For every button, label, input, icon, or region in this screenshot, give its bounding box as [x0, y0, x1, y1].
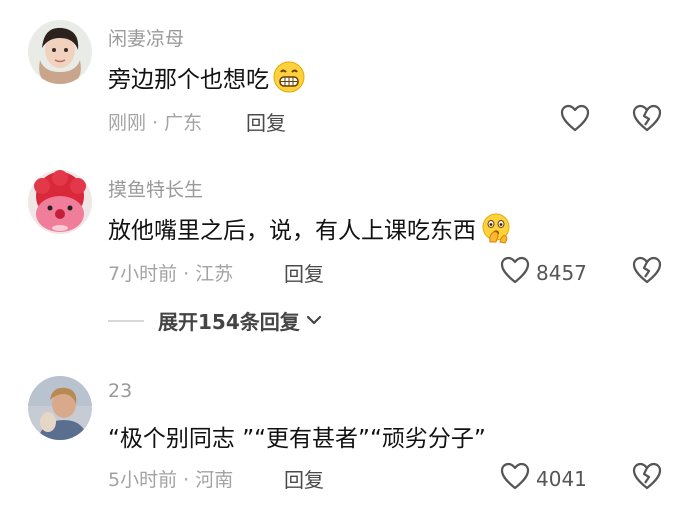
dislike-button[interactable]: [632, 462, 662, 495]
comment-time: 5小时前: [108, 469, 178, 491]
comment-username[interactable]: 23: [108, 380, 132, 402]
comment-meta: 5小时前 · 河南: [108, 465, 233, 492]
meta-separator: ·: [183, 469, 190, 491]
like-button[interactable]: 4041: [500, 462, 587, 495]
like-count: 4041: [536, 466, 587, 491]
comment-text-content: “极个别同志 ”“更有甚者”“顽劣分子”: [108, 426, 486, 452]
reply-button[interactable]: 回复: [284, 464, 324, 493]
broken-heart-icon: [632, 462, 662, 495]
avatar[interactable]: [28, 376, 92, 440]
heart-outline-icon: [500, 462, 530, 495]
comment-item: 23 “极个别同志 ”“更有甚者”“顽劣分子” 5小时前 · 河南 回复 404…: [0, 0, 690, 510]
comment-text: “极个别同志 ”“更有甚者”“顽劣分子”: [108, 419, 486, 453]
comment-location: 河南: [195, 469, 234, 491]
